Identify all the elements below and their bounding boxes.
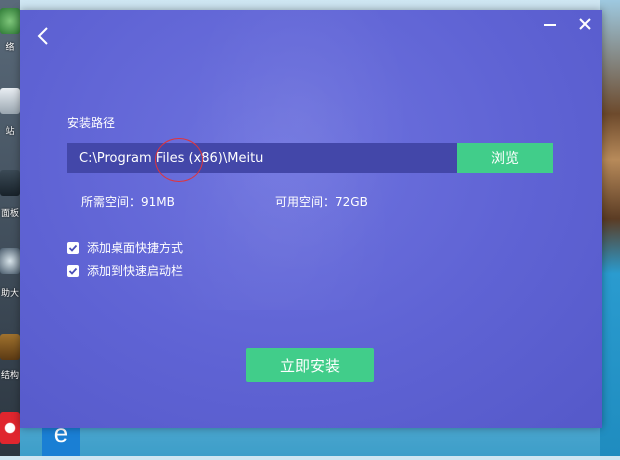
desktop-left-strip: 络 站 面板 助大 结构 (0, 0, 20, 456)
desktop-icon-tool[interactable] (0, 334, 20, 360)
desktop-wallpaper-scene (600, 0, 620, 456)
installer-window: 安装路径 浏览 所需空间：91MB 可用空间：72GB 添加桌面快捷方式 添加到… (20, 10, 602, 428)
option-quick-launch[interactable]: 添加到快速启动栏 (67, 262, 183, 279)
checkbox-label: 添加到快速启动栏 (87, 264, 184, 278)
required-space-text: 所需空间：91MB (81, 195, 175, 209)
install-path-input[interactable] (67, 143, 457, 173)
back-button[interactable] (32, 24, 56, 48)
chevron-left-icon (37, 27, 48, 45)
install-path-label: 安装路径 (67, 116, 116, 130)
close-button[interactable] (573, 14, 597, 36)
desktop-icon-label: 络 (5, 43, 15, 53)
desktop-icon-helper[interactable] (0, 248, 20, 274)
checkbox-label: 添加桌面快捷方式 (87, 241, 184, 255)
install-now-button[interactable]: 立即安装 (246, 348, 374, 382)
desktop-icon-label: 面板 (0, 209, 19, 219)
available-space-text: 可用空间：72GB (275, 195, 368, 209)
checkbox[interactable] (67, 241, 79, 254)
close-icon (579, 18, 591, 30)
minimize-button[interactable] (538, 14, 562, 36)
checkmark-icon (68, 267, 78, 275)
minimize-icon (544, 24, 556, 26)
checkmark-icon (68, 244, 78, 252)
desktop-icon-network[interactable] (0, 8, 20, 34)
install-path-field[interactable] (67, 143, 457, 173)
checkbox[interactable] (67, 264, 79, 277)
browse-button[interactable]: 浏览 (457, 143, 553, 173)
option-desktop-shortcut[interactable]: 添加桌面快捷方式 (67, 239, 183, 256)
desktop-icon-label: 站 (5, 127, 15, 137)
desktop-icon-label: 助大 (0, 289, 19, 299)
desktop-icon-label: 结构 (0, 371, 19, 381)
desktop-icon-red-app[interactable] (0, 412, 20, 444)
desktop-icon-control-panel[interactable] (0, 170, 20, 196)
desktop-icon-recycle-bin[interactable] (0, 88, 20, 114)
